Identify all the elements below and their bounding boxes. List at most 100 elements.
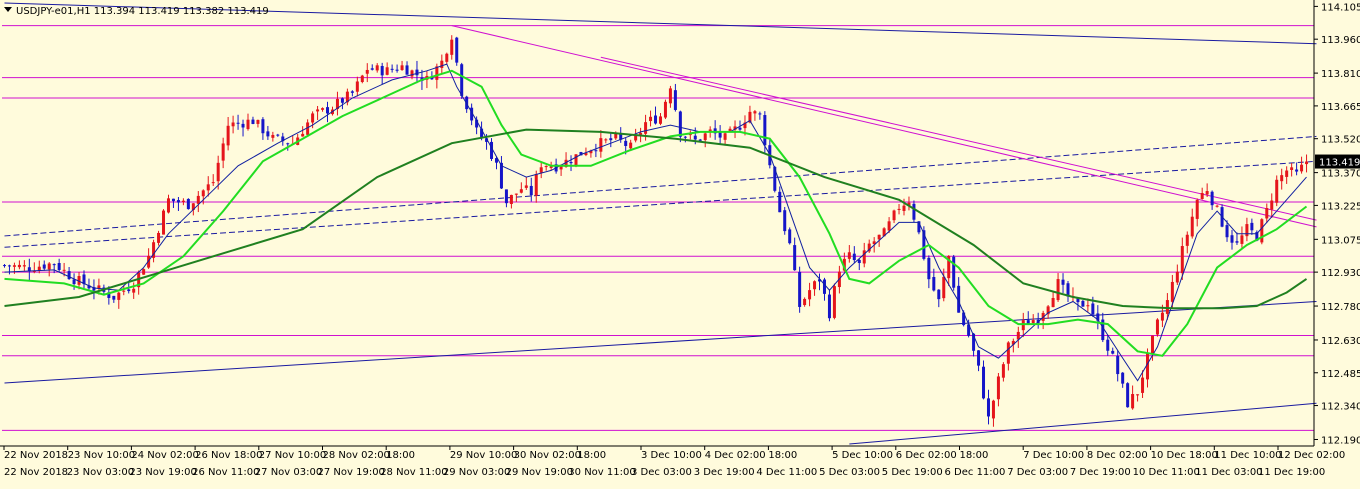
- candle-body: [574, 154, 578, 166]
- candle-body: [1051, 297, 1055, 308]
- candle-body: [599, 138, 603, 152]
- trend-line-4: [849, 402, 1317, 445]
- price-tick-label: 114.105: [1321, 2, 1360, 13]
- price-tick-label: 112.190: [1321, 435, 1360, 446]
- candle-body: [793, 245, 797, 271]
- candle-body: [852, 253, 856, 261]
- candle-body: [171, 198, 175, 202]
- candle-body: [634, 135, 638, 141]
- candle-body: [1285, 170, 1289, 177]
- time-tick-label-top: 5 Dec 10:00: [832, 450, 893, 461]
- chart-title: USDJPY-e01,H1 113.394 113.419 113.382 11…: [16, 6, 269, 17]
- candle-body: [365, 69, 369, 74]
- price-tick-label: 113.075: [1321, 235, 1360, 246]
- candle-body: [986, 398, 990, 417]
- candle-body: [1190, 216, 1194, 237]
- time-tick-label-top: 24 Nov 02:00: [131, 450, 198, 461]
- candle-body: [1260, 219, 1264, 243]
- candle-body: [410, 70, 414, 77]
- trend-line-3: [4, 301, 1317, 384]
- candle-body: [1126, 383, 1130, 408]
- candle-body: [375, 65, 379, 71]
- trend-line-2: [4, 135, 1317, 237]
- trend-lines: [4, 2, 1317, 445]
- candle-body: [246, 119, 250, 130]
- candle-body: [1150, 335, 1154, 354]
- candle-body: [942, 276, 946, 299]
- candle-body: [723, 133, 727, 140]
- time-tick-label-top: 26 Nov 18:00: [195, 450, 262, 461]
- candle-body: [360, 75, 364, 83]
- candle-body: [72, 279, 76, 285]
- candle-body: [450, 39, 454, 55]
- candle-body: [937, 289, 941, 300]
- candle-body: [321, 108, 325, 110]
- candle-body: [271, 134, 275, 138]
- candle-body: [1200, 193, 1204, 200]
- current-price-label: 113.419: [1319, 158, 1360, 169]
- time-tick-label-top: 7 Dec 10:00: [1023, 450, 1084, 461]
- candle-body: [201, 190, 205, 197]
- candle-body: [181, 200, 185, 202]
- candle-body: [982, 366, 986, 399]
- candle-body: [57, 263, 61, 270]
- candle-body: [1165, 300, 1169, 314]
- candle-body: [1250, 222, 1254, 231]
- candle-body: [216, 162, 220, 182]
- candle-body: [803, 298, 807, 306]
- candle-body: [668, 88, 672, 104]
- candle-body: [673, 90, 677, 110]
- candle-body: [211, 182, 215, 184]
- candle-body: [1235, 241, 1239, 243]
- triangle-down-icon[interactable]: [4, 7, 12, 12]
- candle-body: [52, 264, 56, 266]
- candle-body: [1111, 350, 1115, 354]
- time-tick-label-bottom: 27 Nov 03:00: [255, 467, 322, 478]
- candle-body: [1195, 199, 1199, 219]
- candle-body: [1180, 246, 1184, 274]
- candle-body: [569, 162, 573, 164]
- candle-body: [529, 185, 533, 196]
- price-tick-label: 112.340: [1321, 402, 1360, 413]
- candle-body: [519, 189, 523, 193]
- candle-body: [1245, 224, 1249, 237]
- candle-body: [862, 250, 866, 264]
- time-tick-label-bottom: 11 Dec 19:00: [1258, 467, 1325, 478]
- candle-body: [594, 150, 598, 152]
- candle-body: [644, 122, 648, 134]
- candle-body: [813, 281, 817, 290]
- candle-body: [455, 37, 459, 63]
- candle-body: [395, 69, 399, 71]
- candle-body: [166, 198, 170, 213]
- price-axis: 114.105 113.960 113.810 113.665 113.520 113.3…: [1314, 2, 1360, 446]
- time-tick-label-bottom: 29 Nov 03:00: [443, 467, 510, 478]
- candle-body: [62, 269, 66, 271]
- candle-body: [1006, 342, 1010, 364]
- candle-body: [877, 234, 881, 240]
- candle-body: [241, 123, 245, 128]
- candle-body: [832, 286, 836, 318]
- candle-body: [654, 115, 658, 124]
- candle-body: [112, 295, 116, 300]
- time-tick-label-top: 10 Dec 18:00: [1151, 450, 1218, 461]
- time-tick-label-bottom: 4 Dec 11:00: [756, 467, 817, 478]
- candle-body: [350, 91, 354, 93]
- candle-body: [385, 67, 389, 75]
- candle-body: [857, 259, 861, 264]
- time-tick-label-top: 22 Nov 2018: [4, 450, 68, 461]
- price-chart[interactable]: 114.105 113.960 113.810 113.665 113.520 113.3…: [0, 0, 1360, 485]
- candle-body: [1141, 377, 1145, 393]
- candle-body: [355, 81, 359, 92]
- candle-body: [514, 193, 518, 195]
- time-tick-label-top: 27 Nov 10:00: [259, 450, 326, 461]
- candle-body: [753, 111, 757, 114]
- time-tick-label-top: 4 Dec 02:00: [705, 450, 766, 461]
- candle-body: [132, 288, 136, 293]
- candle-body: [12, 265, 16, 267]
- candle-body: [1131, 394, 1135, 409]
- candle-body: [400, 65, 404, 71]
- time-tick-label-bottom: 22 Nov 2018: [4, 467, 68, 478]
- candle-body: [902, 205, 906, 211]
- candle-body: [504, 189, 508, 204]
- chart-window[interactable]: 114.105 113.960 113.810 113.665 113.520 113.3…: [0, 0, 1360, 485]
